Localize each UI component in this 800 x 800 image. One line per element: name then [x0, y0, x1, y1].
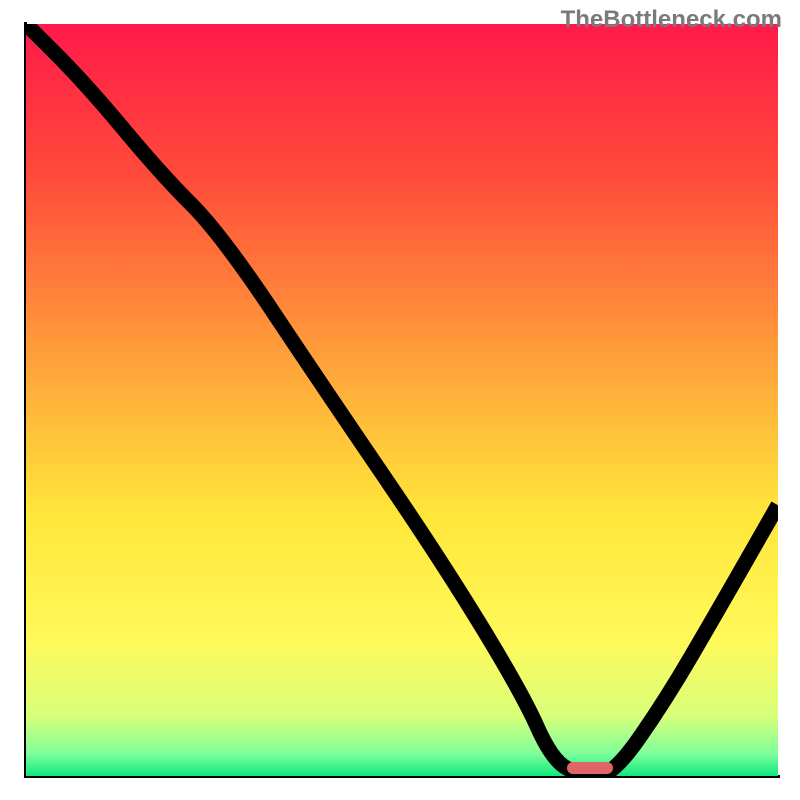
plot-area: [26, 24, 778, 776]
bottleneck-curve: [26, 24, 778, 776]
watermark-text: TheBottleneck.com: [561, 6, 782, 34]
optimal-range-marker: [567, 762, 612, 774]
